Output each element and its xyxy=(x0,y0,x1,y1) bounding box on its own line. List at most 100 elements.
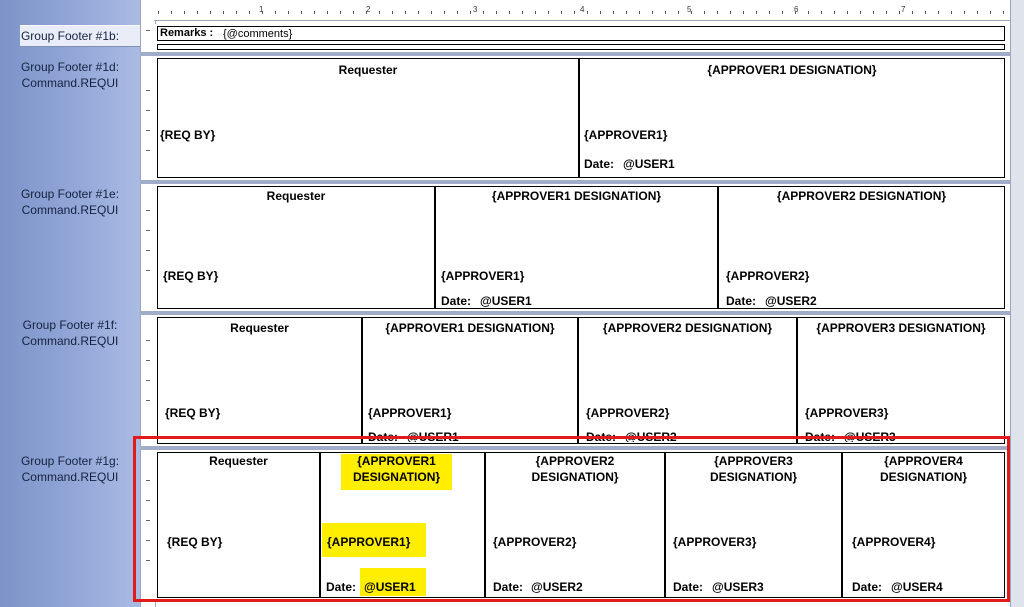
hruler-tick xyxy=(353,11,354,14)
vruler-tick xyxy=(146,340,150,341)
section-label-1e[interactable]: Group Footer #1e: xyxy=(0,187,140,202)
hruler-tick xyxy=(912,11,913,14)
hruler-tick xyxy=(587,11,588,14)
req-by-field[interactable]: {REQ BY} xyxy=(167,535,222,549)
approver1-field[interactable]: {APPROVER1} xyxy=(441,269,524,283)
section-group-footer-1d: Requester {APPROVER1 DESIGNATION} {REQ B… xyxy=(155,56,1009,180)
hruler-tick xyxy=(873,11,874,14)
vruler-tick xyxy=(146,230,150,231)
ruler-number-3: 3 xyxy=(473,5,478,14)
approver2-designation-line1[interactable]: {APPROVER2 xyxy=(485,454,665,468)
section-group-footer-1e: Requester {APPROVER1 DESIGNATION} {APPRO… xyxy=(155,184,1009,311)
approver3-designation-line2[interactable]: DESIGNATION} xyxy=(665,470,842,484)
requester-label[interactable]: Requester xyxy=(157,189,435,203)
hruler-tick xyxy=(340,11,341,14)
approver2-cell xyxy=(578,317,797,444)
vruler-tick xyxy=(146,540,150,541)
vruler-tick xyxy=(146,480,150,481)
requester-label[interactable]: Requester xyxy=(157,63,579,77)
approver1-field[interactable]: {APPROVER1} xyxy=(368,406,451,420)
date-label[interactable]: Date: xyxy=(852,580,882,594)
approver3-field[interactable]: {APPROVER3} xyxy=(673,535,756,549)
hruler-tick xyxy=(834,11,835,14)
vertical-ruler xyxy=(140,0,156,607)
user2-field[interactable]: @USER2 xyxy=(765,294,817,308)
vruler-tick xyxy=(146,150,150,151)
hruler-tick xyxy=(795,11,796,14)
user2-field[interactable]: @USER2 xyxy=(531,580,583,594)
approver1-designation-line1[interactable]: {APPROVER1 xyxy=(341,454,452,468)
date-label[interactable]: Date: xyxy=(673,580,703,594)
section-label-1b[interactable]: Group Footer #1b: xyxy=(0,29,140,44)
section-label-1d[interactable]: Group Footer #1d: xyxy=(0,60,140,75)
hruler-tick xyxy=(613,11,614,14)
comments-field[interactable]: {@comments} xyxy=(223,28,292,40)
approver1-designation-field[interactable]: {APPROVER1 DESIGNATION} xyxy=(435,189,718,203)
approver3-field[interactable]: {APPROVER3} xyxy=(805,406,888,420)
section-sublabel-1d: Command.REQUI xyxy=(21,76,119,90)
user1-field[interactable]: @USER1 xyxy=(480,294,532,308)
date-label[interactable]: Date: xyxy=(368,430,398,442)
date-label[interactable]: Date: xyxy=(584,157,614,171)
req-by-field[interactable]: {REQ BY} xyxy=(163,269,218,283)
section-label-1g[interactable]: Group Footer #1g: xyxy=(0,454,140,469)
vruler-tick xyxy=(146,90,150,91)
hruler-tick xyxy=(886,11,887,14)
hruler-tick xyxy=(704,11,705,14)
hruler-tick xyxy=(457,11,458,14)
right-scroll-area[interactable] xyxy=(1010,0,1024,607)
req-by-field[interactable]: {REQ BY} xyxy=(160,128,215,142)
date-label[interactable]: Date: xyxy=(726,294,756,308)
date-label[interactable]: Date: xyxy=(441,294,471,308)
user1-field[interactable]: @USER1 xyxy=(364,580,416,594)
approver1-field[interactable]: {APPROVER1} xyxy=(327,535,410,549)
date-label[interactable]: Date: xyxy=(586,430,616,442)
hruler-tick xyxy=(626,11,627,14)
remarks-label[interactable]: Remarks : xyxy=(160,27,213,39)
vruler-tick xyxy=(146,380,150,381)
approver4-designation-line1[interactable]: {APPROVER4 xyxy=(842,454,1005,468)
user4-field[interactable]: @USER4 xyxy=(891,580,943,594)
approver4-field[interactable]: {APPROVER4} xyxy=(852,535,935,549)
hruler-tick xyxy=(314,11,315,14)
approver3-designation-field[interactable]: {APPROVER3 DESIGNATION} xyxy=(797,321,1005,335)
date-label[interactable]: Date: xyxy=(493,580,523,594)
user3-field[interactable]: @USER3 xyxy=(712,580,764,594)
requester-label[interactable]: Requester xyxy=(157,454,320,468)
approver4-designation-line2[interactable]: DESIGNATION} xyxy=(842,470,1005,484)
date-label[interactable]: Date: xyxy=(805,430,835,442)
req-by-field[interactable]: {REQ BY} xyxy=(165,406,220,420)
hruler-tick xyxy=(483,11,484,14)
approver2-designation-field[interactable]: {APPROVER2 DESIGNATION} xyxy=(718,189,1005,203)
section-sublabel-1e: Command.REQUI xyxy=(21,203,119,217)
approver3-designation-line1[interactable]: {APPROVER3 xyxy=(665,454,842,468)
approver2-designation-line2[interactable]: DESIGNATION} xyxy=(485,470,665,484)
approver1-designation-line2[interactable]: DESIGNATION} xyxy=(341,470,452,484)
requester-cell xyxy=(157,317,362,444)
approver2-designation-field[interactable]: {APPROVER2 DESIGNATION} xyxy=(578,321,797,335)
user3-field[interactable]: @USER3 xyxy=(844,430,896,442)
section-label-1f[interactable]: Group Footer #1f: xyxy=(0,318,140,333)
approver2-field[interactable]: {APPROVER2} xyxy=(726,269,809,283)
approver2-field[interactable]: {APPROVER2} xyxy=(493,535,576,549)
user1-field[interactable]: @USER1 xyxy=(623,157,675,171)
approver1-designation-field[interactable]: {APPROVER1 DESIGNATION} xyxy=(362,321,578,335)
hruler-tick xyxy=(262,11,263,14)
hruler-tick xyxy=(951,11,952,14)
hruler-tick xyxy=(782,11,783,14)
approver2-field[interactable]: {APPROVER2} xyxy=(586,406,669,420)
hruler-tick xyxy=(730,11,731,14)
hruler-tick xyxy=(938,11,939,14)
user2-field[interactable]: @USER2 xyxy=(625,430,677,442)
approver1-designation-field[interactable]: {APPROVER1 DESIGNATION} xyxy=(579,63,1005,77)
hruler-tick xyxy=(184,11,185,14)
hruler-tick xyxy=(496,11,497,14)
approver1-field[interactable]: {APPROVER1} xyxy=(584,128,667,142)
horizontal-ruler: 1 2 3 4 5 6 7 xyxy=(154,0,1024,21)
user1-field[interactable]: @USER1 xyxy=(407,430,459,442)
requester-label[interactable]: Requester xyxy=(157,321,362,335)
hruler-tick xyxy=(769,11,770,14)
date-label[interactable]: Date: xyxy=(326,580,356,594)
hruler-tick xyxy=(327,11,328,14)
vruler-tick xyxy=(146,400,150,401)
